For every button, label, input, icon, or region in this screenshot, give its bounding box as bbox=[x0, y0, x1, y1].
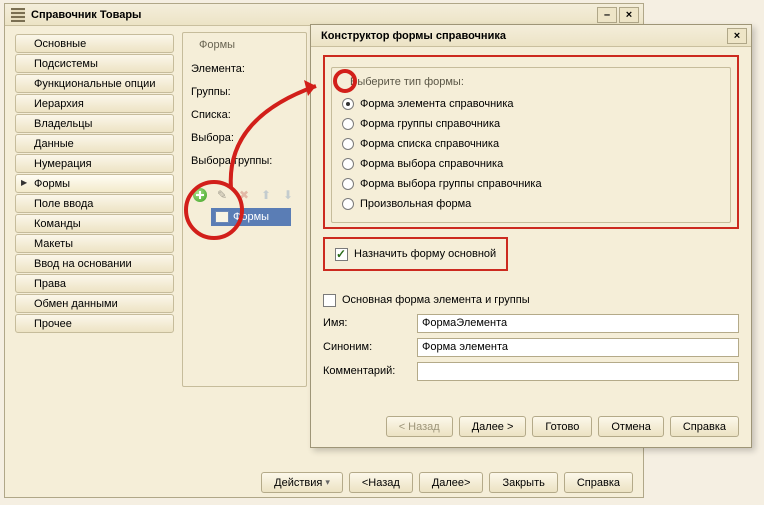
name-input[interactable]: ФормаЭлемента bbox=[417, 314, 739, 333]
move-down-button: ⬇ bbox=[279, 186, 297, 204]
sidebar-item-hierarchy[interactable]: Иерархия bbox=[15, 94, 174, 113]
sidebar-item-subsystems[interactable]: Подсистемы bbox=[15, 54, 174, 73]
arrow-up-icon: ⬆ bbox=[261, 188, 271, 202]
sidebar-item-input-based[interactable]: Ввод на основании bbox=[15, 254, 174, 273]
sidebar-item-input-field[interactable]: Поле ввода bbox=[15, 194, 174, 213]
delete-form-button: ✖ bbox=[235, 186, 253, 204]
sidebar-item-forms[interactable]: Формы bbox=[15, 174, 174, 193]
radio-custom-form[interactable]: Произвольная форма bbox=[342, 194, 720, 214]
element-group-form-checkbox[interactable]: Основная форма элемента и группы bbox=[323, 289, 739, 311]
radio-icon bbox=[342, 98, 354, 110]
actions-button[interactable]: Действия bbox=[261, 472, 343, 493]
radio-icon bbox=[342, 118, 354, 130]
sidebar-item-layouts[interactable]: Макеты bbox=[15, 234, 174, 253]
comment-input[interactable] bbox=[417, 362, 739, 381]
main-close-button[interactable]: Закрыть bbox=[489, 472, 557, 493]
form-row-element: Элемента: bbox=[191, 57, 298, 80]
checkbox-icon bbox=[323, 294, 336, 307]
pencil-icon: ✎ bbox=[217, 188, 227, 202]
app-icon bbox=[11, 8, 25, 22]
dialog-finish-button[interactable]: Готово bbox=[532, 416, 592, 437]
sidebar-item-main[interactable]: Основные bbox=[15, 34, 174, 53]
form-row-list: Списка: bbox=[191, 103, 298, 126]
delete-icon: ✖ bbox=[239, 188, 249, 202]
form-row-group: Группы: bbox=[191, 80, 298, 103]
radio-group-choice-form[interactable]: Форма выбора группы справочника bbox=[342, 174, 720, 194]
minimize-button[interactable]: – bbox=[597, 7, 617, 23]
move-up-button: ⬆ bbox=[257, 186, 275, 204]
forms-group-title: Формы bbox=[195, 39, 239, 51]
comment-label: Комментарий: bbox=[323, 365, 413, 377]
dialog-help-button[interactable]: Справка bbox=[670, 416, 739, 437]
form-icon bbox=[215, 211, 229, 223]
radio-icon bbox=[342, 178, 354, 190]
form-row-choice: Выбора: bbox=[191, 126, 298, 149]
forms-toolbar: ✎ ✖ ⬆ ⬇ bbox=[191, 186, 298, 204]
form-type-group-title: Выберите тип формы: bbox=[346, 76, 468, 88]
sidebar-item-data[interactable]: Данные bbox=[15, 134, 174, 153]
main-next-button[interactable]: Далее> bbox=[419, 472, 484, 493]
main-bottom-bar: Действия <Назад Далее> Закрыть Справка bbox=[5, 472, 643, 493]
radio-choice-form[interactable]: Форма выбора справочника bbox=[342, 154, 720, 174]
dialog-back-button: < Назад bbox=[386, 416, 453, 437]
radio-icon bbox=[342, 158, 354, 170]
edit-form-button: ✎ bbox=[213, 186, 231, 204]
annotation-box-default: Назначить форму основной bbox=[323, 237, 508, 271]
dialog-title: Конструктор формы справочника bbox=[321, 30, 506, 42]
close-button[interactable]: × bbox=[619, 7, 639, 23]
sidebar-item-exchange[interactable]: Обмен данными bbox=[15, 294, 174, 313]
radio-group-form[interactable]: Форма группы справочника bbox=[342, 114, 720, 134]
sidebar-item-rights[interactable]: Права bbox=[15, 274, 174, 293]
dialog-button-bar: < Назад Далее > Готово Отмена Справка bbox=[311, 416, 751, 447]
checkbox-icon bbox=[335, 248, 348, 261]
form-type-group: Выберите тип формы: Форма элемента справ… bbox=[331, 67, 731, 223]
radio-element-form[interactable]: Форма элемента справочника bbox=[342, 94, 720, 114]
dialog-close-button[interactable]: × bbox=[727, 28, 747, 44]
sidebar-item-func-options[interactable]: Функциональные опции bbox=[15, 74, 174, 93]
sidebar-item-owners[interactable]: Владельцы bbox=[15, 114, 174, 133]
sidebar-item-numbering[interactable]: Нумерация bbox=[15, 154, 174, 173]
radio-list-form[interactable]: Форма списка справочника bbox=[342, 134, 720, 154]
dialog-cancel-button[interactable]: Отмена bbox=[598, 416, 663, 437]
main-titlebar: Справочник Товары – × bbox=[5, 4, 643, 26]
arrow-down-icon: ⬇ bbox=[283, 188, 293, 202]
annotation-box-types: Выберите тип формы: Форма элемента справ… bbox=[323, 55, 739, 229]
forms-tree-root[interactable]: Формы bbox=[211, 208, 291, 226]
synonym-input[interactable]: Форма элемента bbox=[417, 338, 739, 357]
forms-tree-root-label: Формы bbox=[233, 211, 269, 223]
dialog-titlebar: Конструктор формы справочника × bbox=[311, 25, 751, 47]
form-row-group-choice: Выбора группы: bbox=[191, 149, 298, 172]
sidebar-item-commands[interactable]: Команды bbox=[15, 214, 174, 233]
plus-icon bbox=[193, 188, 207, 202]
sidebar-item-other[interactable]: Прочее bbox=[15, 314, 174, 333]
add-form-button[interactable] bbox=[191, 186, 209, 204]
main-back-button[interactable]: <Назад bbox=[349, 472, 413, 493]
radio-icon bbox=[342, 138, 354, 150]
radio-icon bbox=[342, 198, 354, 210]
synonym-label: Синоним: bbox=[323, 341, 413, 353]
forms-group: Формы Элемента: Группы: Списка: Выбора: … bbox=[182, 32, 307, 387]
main-help-button[interactable]: Справка bbox=[564, 472, 633, 493]
form-constructor-dialog: Конструктор формы справочника × Выберите… bbox=[310, 24, 752, 448]
make-default-checkbox[interactable]: Назначить форму основной bbox=[335, 243, 496, 265]
dialog-next-button[interactable]: Далее > bbox=[459, 416, 527, 437]
name-label: Имя: bbox=[323, 317, 413, 329]
main-title: Справочник Товары bbox=[31, 9, 141, 21]
sidebar: Основные Подсистемы Функциональные опции… bbox=[5, 26, 180, 469]
